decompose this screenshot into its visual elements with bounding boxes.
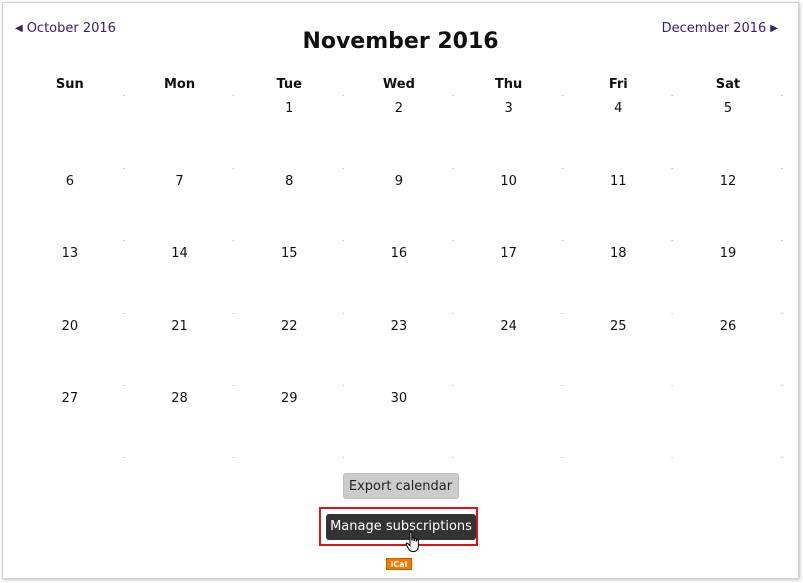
- week-row: 13 14 15 16 17 18 19: [15, 240, 783, 313]
- day-cell[interactable]: 28: [125, 385, 235, 458]
- day-cell[interactable]: 5: [673, 95, 783, 168]
- day-cell[interactable]: 22: [234, 313, 344, 386]
- day-cell[interactable]: 4: [563, 95, 673, 168]
- day-cell[interactable]: 12: [673, 168, 783, 241]
- day-cell: [673, 385, 783, 458]
- day-cell[interactable]: 14: [125, 240, 235, 313]
- day-cell: [563, 385, 673, 458]
- day-cell[interactable]: 26: [673, 313, 783, 386]
- weekday-header: Tue: [276, 77, 302, 92]
- weekday-header: Mon: [163, 77, 196, 92]
- day-cell[interactable]: 7: [125, 168, 235, 241]
- day-cell[interactable]: 2: [344, 95, 454, 168]
- day-cell[interactable]: 3: [454, 95, 564, 168]
- day-cell[interactable]: 23: [344, 313, 454, 386]
- day-cell: [15, 95, 125, 168]
- day-cell[interactable]: 18: [563, 240, 673, 313]
- day-cell[interactable]: 21: [125, 313, 235, 386]
- day-cell[interactable]: 17: [454, 240, 564, 313]
- week-row: 1 2 3 4 5: [15, 95, 783, 168]
- day-cell[interactable]: 20: [15, 313, 125, 386]
- manage-subscriptions-button[interactable]: Manage subscriptions: [326, 514, 476, 540]
- day-cell[interactable]: 29: [234, 385, 344, 458]
- weekday-header: Fri: [608, 77, 628, 92]
- week-row: 20 21 22 23 24 25 26: [15, 312, 783, 386]
- day-cell[interactable]: 13: [15, 240, 125, 313]
- weekday-header: Thu: [494, 77, 523, 92]
- day-cell: [125, 95, 235, 168]
- day-cell[interactable]: 1: [234, 95, 344, 168]
- weekday-header: Wed: [382, 77, 415, 92]
- hand-cursor-icon: [405, 531, 419, 552]
- day-cell[interactable]: 19: [673, 240, 783, 313]
- month-title: November 2016: [302, 29, 499, 54]
- week-row: 27 28 29 30: [15, 385, 783, 458]
- calendar-grid: Sun Mon Tue Wed Thu Fri Sat 1 2 3 4 5 6 …: [15, 75, 783, 458]
- day-cell[interactable]: 30: [344, 385, 454, 458]
- weekday-header-row: Sun Mon Tue Wed Thu Fri Sat: [15, 75, 783, 95]
- day-cell[interactable]: 6: [15, 168, 125, 241]
- ical-badge[interactable]: iCal: [386, 558, 412, 570]
- day-cell[interactable]: 15: [234, 240, 344, 313]
- day-cell[interactable]: 24: [454, 313, 564, 386]
- day-cell[interactable]: 10: [454, 168, 564, 241]
- day-cell[interactable]: 25: [563, 313, 673, 386]
- day-cell[interactable]: 8: [234, 168, 344, 241]
- weekday-header: Sun: [55, 77, 84, 92]
- week-row: 6 7 8 9 10 11 12: [15, 167, 783, 241]
- day-cell[interactable]: 9: [344, 168, 454, 241]
- export-calendar-button[interactable]: Export calendar: [342, 473, 459, 499]
- day-cell[interactable]: 11: [563, 168, 673, 241]
- weekday-header: Sat: [715, 77, 741, 92]
- calendar-panel: ◀ October 2016 December 2016 ▶ November …: [2, 2, 799, 579]
- day-cell[interactable]: 16: [344, 240, 454, 313]
- day-cell[interactable]: 27: [15, 385, 125, 458]
- day-cell: [454, 385, 564, 458]
